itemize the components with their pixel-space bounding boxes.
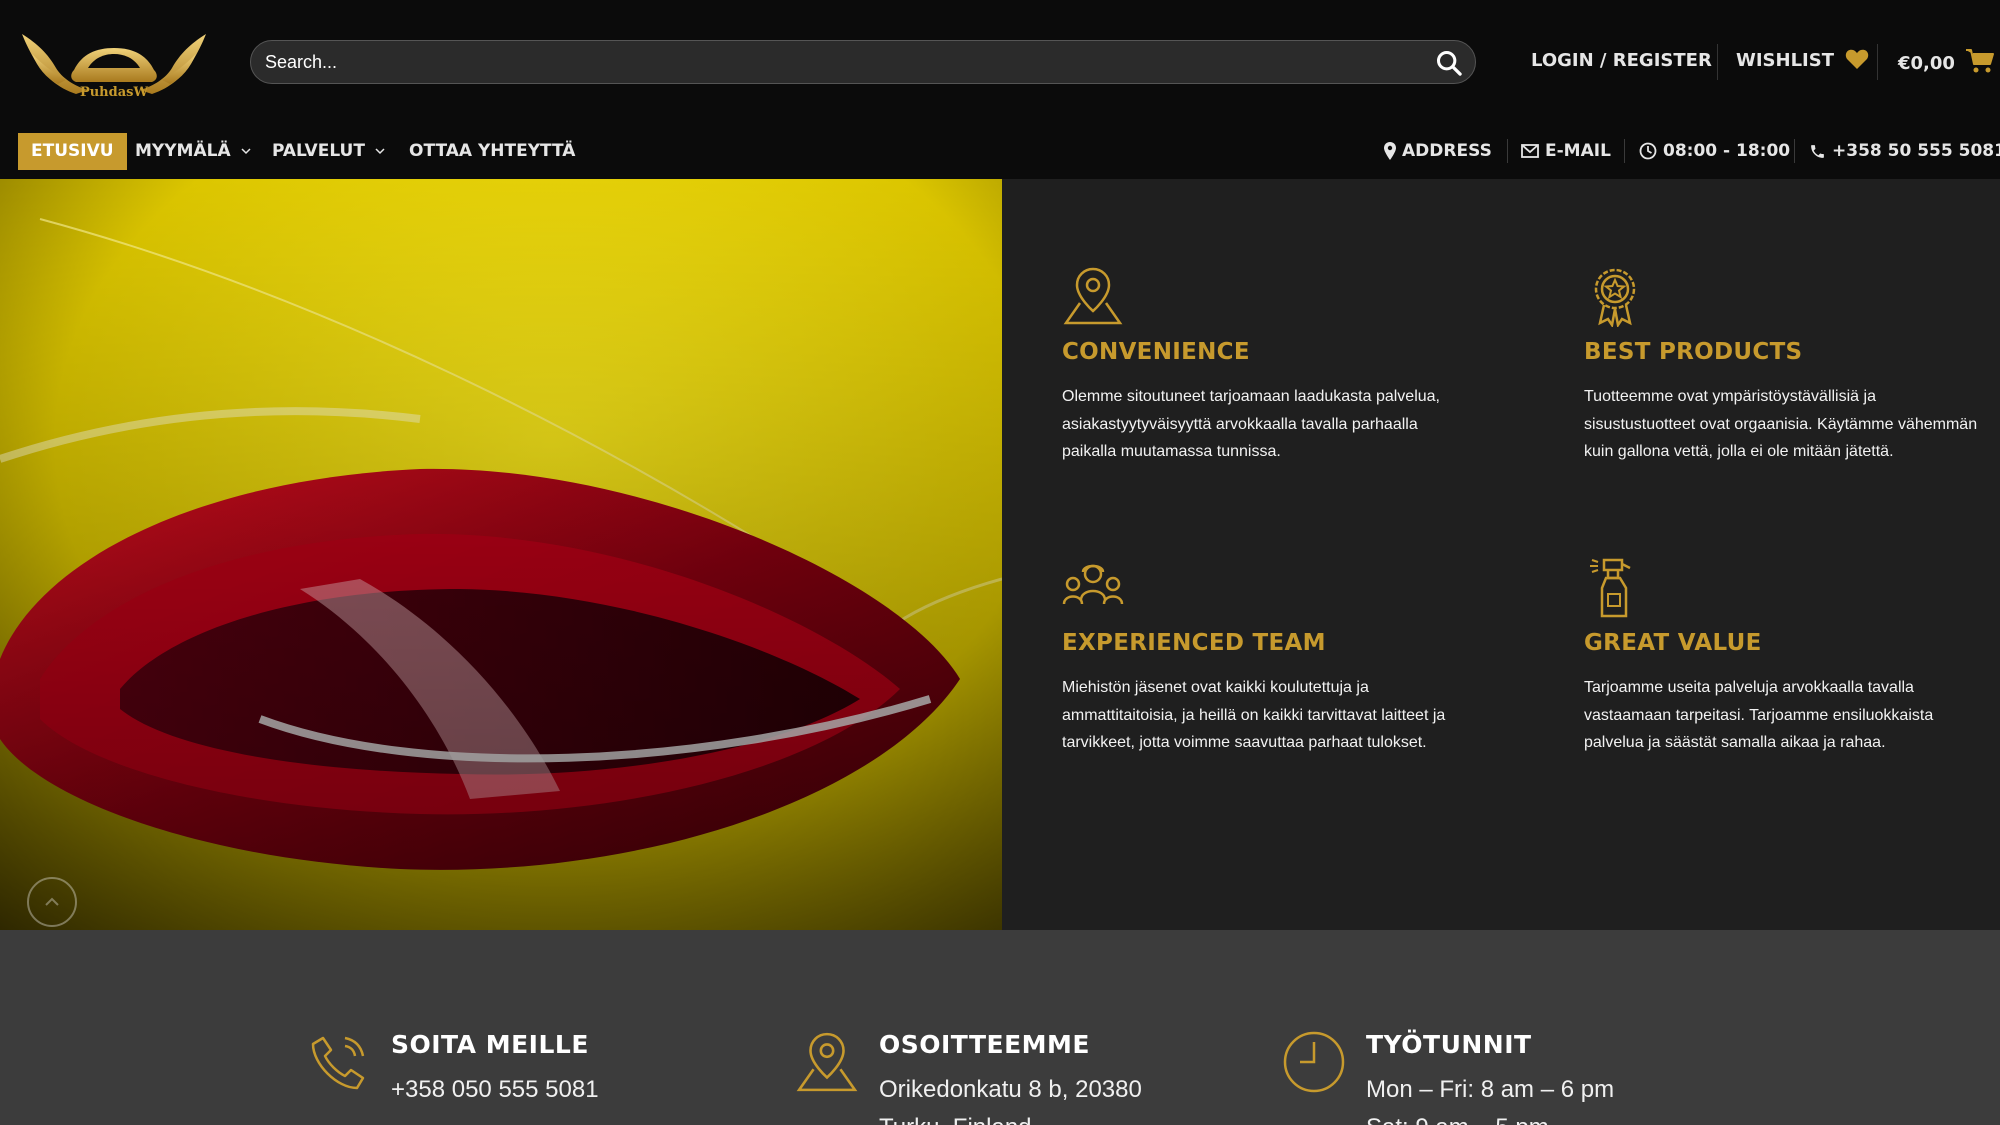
feature-title: CONVENIENCE [1062, 339, 1250, 365]
nav-item-label: MYYMÄLÄ [135, 141, 231, 161]
feature-best-products: BEST PRODUCTS Tuotteemme ovat ympäristöy… [1584, 265, 1984, 466]
feature-great-value: GREAT VALUE Tarjoamme useita palveluja a… [1584, 556, 1984, 757]
feature-convenience: CONVENIENCE Olemme sitoutuneet tarjoamaa… [1062, 265, 1462, 466]
feature-title: GREAT VALUE [1584, 630, 1762, 656]
address-label: ADDRESS [1402, 141, 1492, 161]
team-people-icon [1062, 564, 1124, 605]
email-link[interactable]: E-MAIL [1521, 137, 1611, 165]
heart-icon [1846, 49, 1869, 69]
clock-icon [1639, 142, 1657, 160]
cart-total: €0,00 [1898, 53, 1955, 74]
contact-address-line2: Turku, Finland [879, 1114, 1032, 1125]
contact-phone[interactable]: +358 050 555 5081 [391, 1076, 599, 1104]
nav-item-label: PALVELUT [272, 141, 365, 161]
nav-item-myymala[interactable]: MYYMÄLÄ [135, 133, 251, 170]
feature-title: BEST PRODUCTS [1584, 339, 1803, 365]
wishlist-link[interactable]: WISHLIST [1736, 48, 1870, 74]
phone-link[interactable]: +358 50 555 5081 [1809, 137, 2000, 165]
nav-item-palvelut[interactable]: PALVELUT [272, 133, 385, 170]
map-pin-icon [1384, 142, 1396, 160]
nav-divider [1624, 139, 1625, 163]
search-input[interactable] [265, 41, 1405, 83]
phone-ringing-icon [311, 1036, 365, 1090]
chevron-down-icon [375, 148, 385, 155]
chevron-up-icon [45, 897, 59, 906]
feature-text: Tarjoamme useita palveluja arvokkaalla t… [1584, 679, 1934, 751]
feature-experienced-team: EXPERIENCED TEAM Miehistön jäsenet ovat … [1062, 556, 1462, 757]
contact-title: OSOITTEEMME [879, 1030, 1090, 1059]
logo-wings-car-icon: PuhdasW [22, 34, 206, 100]
hero-car-taillight-image [0, 179, 1002, 930]
contact-hours-line1: Mon – Fri: 8 am – 6 pm [1366, 1076, 1615, 1103]
feature-text: Tuotteemme ovat ympäristöystävällisiä ja… [1584, 388, 1978, 460]
nav-item-etusivu[interactable]: ETUSIVU [18, 133, 127, 170]
features-section: CONVENIENCE Olemme sitoutuneet tarjoamaa… [1002, 179, 2000, 930]
header-divider [1877, 44, 1878, 80]
header-divider [1717, 44, 1718, 80]
cart-icon [1966, 49, 1995, 73]
email-label: E-MAIL [1545, 141, 1611, 161]
svg-text:PuhdasW: PuhdasW [80, 85, 149, 100]
feature-text: Miehistön jäsenet ovat kaikki koulutettu… [1062, 679, 1446, 751]
feature-text: Olemme sitoutuneet tarjoamaan laadukasta… [1062, 388, 1440, 460]
header: PuhdasW LOGIN / REGISTER WISHLIST €0,00 [0, 0, 2000, 125]
scroll-to-top-button[interactable] [27, 877, 77, 927]
contact-title: SOITA MEILLE [391, 1030, 589, 1059]
opening-hours: 08:00 - 18:00 [1639, 137, 1790, 165]
hours-label: 08:00 - 18:00 [1663, 141, 1791, 161]
contact-address-line1: Orikedonkatu 8 b, 20380 [879, 1076, 1142, 1103]
contact-hours-line2: Sat: 9 am – 5 pm [1366, 1114, 1549, 1125]
envelope-icon [1521, 144, 1539, 158]
search-bar [250, 40, 1476, 84]
award-medal-icon [1594, 268, 1636, 327]
chevron-down-icon [241, 148, 251, 155]
phone-label: +358 50 555 5081 [1832, 141, 2000, 161]
phone-icon [1811, 144, 1824, 158]
login-register-link[interactable]: LOGIN / REGISTER [1531, 48, 1712, 74]
cart-link[interactable]: €0,00 [1898, 48, 1995, 77]
nav-divider [1507, 139, 1508, 163]
wishlist-label: WISHLIST [1736, 50, 1834, 71]
clock-icon [1283, 1031, 1345, 1093]
search-icon[interactable] [1435, 49, 1463, 77]
car-taillight-illustration [0, 179, 1002, 930]
feature-title: EXPERIENCED TEAM [1062, 630, 1326, 656]
site-logo[interactable]: PuhdasW [18, 24, 210, 102]
address-link[interactable]: ADDRESS [1384, 137, 1492, 165]
contact-section: SOITA MEILLE +358 050 555 5081 OSOITTEEM… [0, 930, 2000, 1125]
nav-divider [1794, 139, 1795, 163]
nav-item-ottaa-yhteytta[interactable]: OTTAA YHTEYTTÄ [409, 133, 575, 170]
location-pin-icon [1063, 267, 1123, 325]
spray-bottle-icon [1590, 558, 1631, 618]
contact-title: TYÖTUNNIT [1366, 1030, 1532, 1059]
location-pin-icon [796, 1032, 858, 1092]
